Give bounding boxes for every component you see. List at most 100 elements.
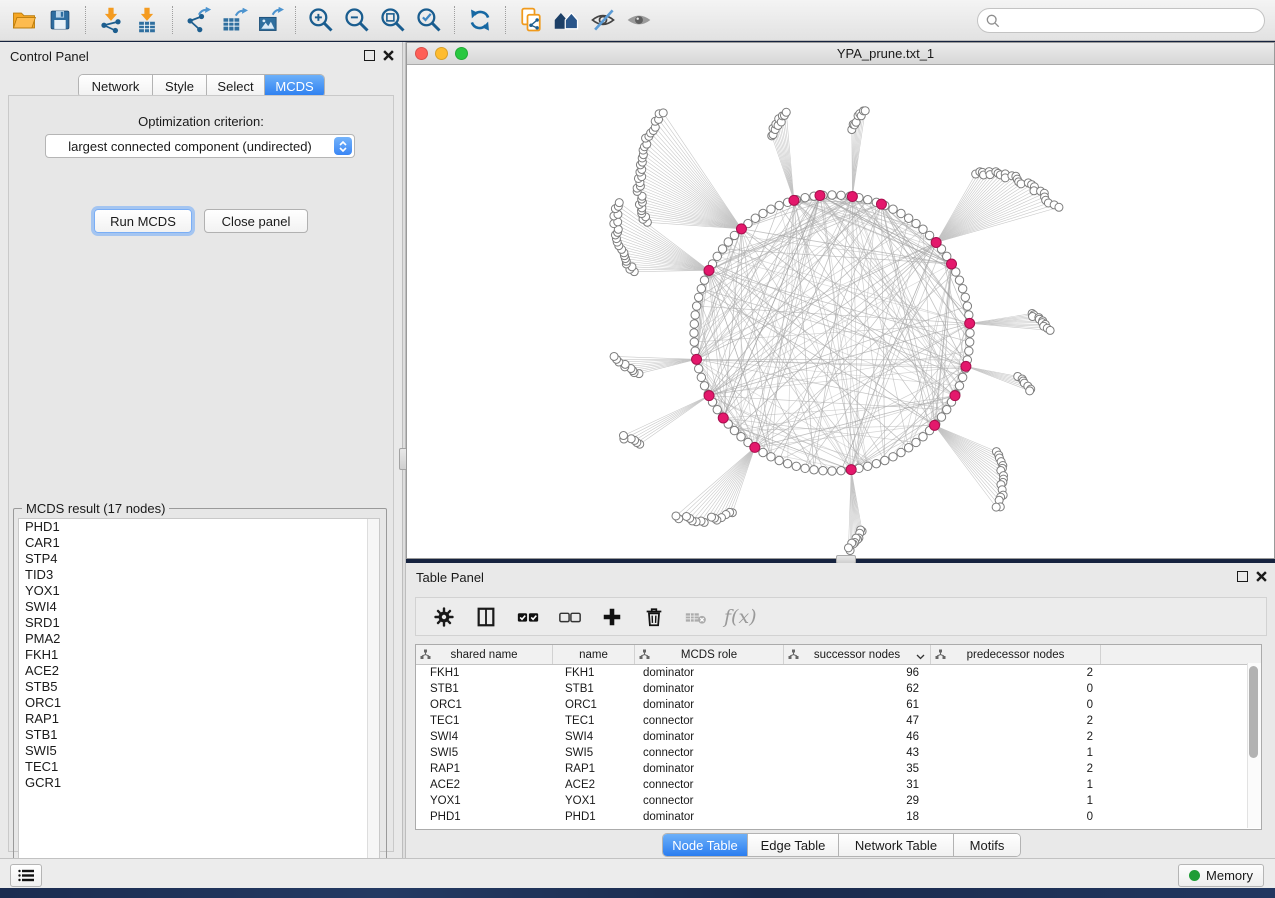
- table-row[interactable]: FKH1FKH1dominator962: [416, 665, 1261, 681]
- graph-node[interactable]: [718, 245, 726, 253]
- graph-node[interactable]: [828, 467, 836, 475]
- table-row[interactable]: RAP1RAP1dominator352: [416, 761, 1261, 777]
- tab-select[interactable]: Select: [207, 75, 265, 97]
- float-panel-icon[interactable]: [1237, 571, 1248, 582]
- graph-node[interactable]: [619, 432, 627, 440]
- graph-node[interactable]: [775, 456, 783, 464]
- table-row[interactable]: SWI5SWI5connector431: [416, 745, 1261, 761]
- graph-node[interactable]: [965, 311, 973, 319]
- graph-node-dominator[interactable]: [789, 195, 799, 205]
- graph-node[interactable]: [700, 382, 708, 390]
- graph-node[interactable]: [904, 444, 912, 452]
- graph-node[interactable]: [897, 209, 905, 217]
- graph-node[interactable]: [828, 191, 836, 199]
- mcds-result-item[interactable]: SWI5: [19, 743, 379, 759]
- graph-node[interactable]: [672, 512, 680, 520]
- graph-node[interactable]: [819, 467, 827, 475]
- graph-node[interactable]: [1017, 180, 1025, 188]
- graph-node[interactable]: [659, 109, 667, 117]
- zoom-fit-button[interactable]: [375, 3, 411, 37]
- table-row[interactable]: STB1STB1dominator620: [416, 681, 1261, 697]
- mcds-result-item[interactable]: STB5: [19, 679, 379, 695]
- graph-node[interactable]: [937, 413, 945, 421]
- graph-node-dominator[interactable]: [736, 224, 746, 234]
- mcds-result-item[interactable]: STB1: [19, 727, 379, 743]
- column-header-predecessor-nodes[interactable]: predecessor nodes: [931, 645, 1101, 664]
- tab-node-table[interactable]: Node Table: [663, 834, 748, 856]
- mcds-result-item[interactable]: RAP1: [19, 711, 379, 727]
- graph-node[interactable]: [690, 329, 698, 337]
- graph-node-dominator[interactable]: [965, 318, 975, 328]
- graph-node[interactable]: [767, 205, 775, 213]
- mcds-result-item[interactable]: ACE2: [19, 663, 379, 679]
- graph-node[interactable]: [697, 373, 705, 381]
- table-row[interactable]: TEC1TEC1connector472: [416, 713, 1261, 729]
- tab-network[interactable]: Network: [79, 75, 153, 97]
- graph-node[interactable]: [610, 352, 618, 360]
- graph-node[interactable]: [1055, 203, 1063, 211]
- table-row[interactable]: ACE2ACE2connector311: [416, 777, 1261, 793]
- mcds-result-item[interactable]: GCR1: [19, 775, 379, 791]
- zoom-out-button[interactable]: [339, 3, 375, 37]
- tab-edge-table[interactable]: Edge Table: [748, 834, 839, 856]
- table-row[interactable]: SWI4SWI4dominator462: [416, 729, 1261, 745]
- network-titlebar[interactable]: YPA_prune.txt_1: [407, 43, 1274, 65]
- graph-node[interactable]: [912, 219, 920, 227]
- first-neighbors-button[interactable]: [549, 3, 585, 37]
- graph-node[interactable]: [615, 199, 623, 207]
- graph-node[interactable]: [697, 284, 705, 292]
- network-canvas[interactable]: [407, 65, 1274, 558]
- graph-node[interactable]: [864, 462, 872, 470]
- graph-node[interactable]: [966, 338, 974, 346]
- column-header-name[interactable]: name: [553, 645, 635, 664]
- mcds-result-item[interactable]: SWI4: [19, 599, 379, 615]
- graph-node[interactable]: [861, 107, 869, 115]
- graph-node-dominator[interactable]: [847, 192, 857, 202]
- graph-node[interactable]: [904, 214, 912, 222]
- function-builder-button[interactable]: f(x): [724, 603, 757, 631]
- graph-node[interactable]: [965, 347, 973, 355]
- select-all-button[interactable]: [514, 603, 542, 631]
- graph-node[interactable]: [872, 459, 880, 467]
- graph-node[interactable]: [837, 467, 845, 475]
- graph-node-dominator[interactable]: [931, 237, 941, 247]
- graph-node[interactable]: [889, 205, 897, 213]
- graph-node[interactable]: [963, 302, 971, 310]
- mcds-result-item[interactable]: FKH1: [19, 647, 379, 663]
- graph-node[interactable]: [691, 347, 699, 355]
- graph-node[interactable]: [810, 466, 818, 474]
- graph-node[interactable]: [751, 214, 759, 222]
- tab-style[interactable]: Style: [153, 75, 207, 97]
- graph-node[interactable]: [737, 433, 745, 441]
- graph-node[interactable]: [955, 382, 963, 390]
- mcds-result-item[interactable]: YOX1: [19, 583, 379, 599]
- graph-node[interactable]: [783, 459, 791, 467]
- graph-node-dominator[interactable]: [846, 465, 856, 475]
- graph-node[interactable]: [919, 433, 927, 441]
- graph-node[interactable]: [912, 438, 920, 446]
- graph-node[interactable]: [713, 405, 721, 413]
- delete-columns-button[interactable]: [640, 603, 668, 631]
- close-panel-button[interactable]: Close panel: [204, 209, 308, 233]
- graph-node[interactable]: [724, 238, 732, 246]
- import-table-button[interactable]: [129, 3, 165, 37]
- graph-node[interactable]: [708, 513, 716, 521]
- graph-node[interactable]: [955, 276, 963, 284]
- show-all-button[interactable]: [621, 3, 657, 37]
- show-panels-menu-button[interactable]: [10, 864, 42, 887]
- graph-node[interactable]: [864, 196, 872, 204]
- mcds-result-item[interactable]: PHD1: [19, 519, 379, 535]
- graph-node[interactable]: [713, 252, 721, 260]
- mcds-result-item[interactable]: PMA2: [19, 631, 379, 647]
- graph-node[interactable]: [1026, 387, 1034, 395]
- graph-node[interactable]: [759, 209, 767, 217]
- mcds-result-item[interactable]: STP4: [19, 551, 379, 567]
- graph-node-dominator[interactable]: [718, 413, 728, 423]
- graph-node[interactable]: [782, 108, 790, 116]
- graph-node-dominator[interactable]: [704, 391, 714, 401]
- graph-node-dominator[interactable]: [692, 354, 702, 364]
- graph-node-dominator[interactable]: [930, 420, 940, 430]
- graph-node[interactable]: [881, 456, 889, 464]
- table-row[interactable]: ORC1ORC1dominator610: [416, 697, 1261, 713]
- graph-node[interactable]: [919, 225, 927, 233]
